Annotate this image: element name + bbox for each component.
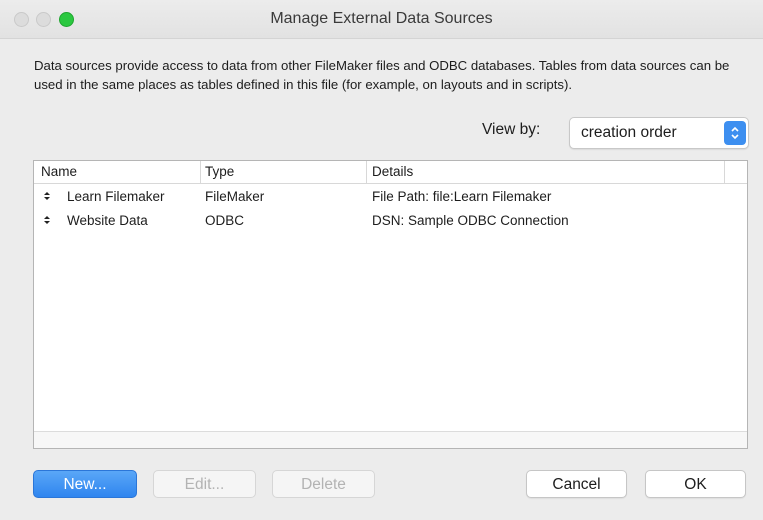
view-by-select[interactable]: creation order: [569, 117, 749, 149]
column-header-type[interactable]: Type: [205, 164, 234, 179]
chevron-updown-icon: [724, 121, 746, 145]
window-title: Manage External Data Sources: [270, 10, 493, 27]
data-sources-table[interactable]: Name Type Details Learn Filemaker FileMa…: [33, 160, 748, 449]
ok-button[interactable]: OK: [645, 470, 746, 498]
row-name: Website Data: [67, 213, 148, 228]
cancel-button[interactable]: Cancel: [526, 470, 627, 498]
table-row[interactable]: Learn Filemaker FileMaker File Path: fil…: [34, 186, 747, 210]
title-bar: Manage External Data Sources: [0, 0, 763, 39]
row-type: ODBC: [205, 213, 245, 228]
drag-handle-icon[interactable]: [43, 191, 51, 201]
column-header-name[interactable]: Name: [41, 164, 77, 179]
row-details: File Path: file:Learn Filemaker: [372, 189, 552, 204]
table-row[interactable]: Website Data ODBC DSN: Sample ODBC Conne…: [34, 210, 747, 234]
view-by-label: View by:: [482, 121, 541, 138]
description-text: Data sources provide access to data from…: [34, 58, 730, 92]
row-details: DSN: Sample ODBC Connection: [372, 213, 569, 228]
view-by-value: creation order: [581, 124, 677, 141]
column-separator: [200, 161, 201, 183]
edit-button[interactable]: Edit...: [153, 470, 256, 498]
table-header: Name Type Details: [34, 161, 747, 184]
column-header-details[interactable]: Details: [372, 164, 413, 179]
drag-handle-icon[interactable]: [43, 215, 51, 225]
horizontal-scrollbar[interactable]: [34, 431, 747, 448]
column-separator: [724, 161, 725, 183]
delete-button[interactable]: Delete: [272, 470, 375, 498]
column-separator: [366, 161, 367, 183]
row-type: FileMaker: [205, 189, 265, 204]
new-button[interactable]: New...: [33, 470, 137, 498]
row-name: Learn Filemaker: [67, 189, 165, 204]
